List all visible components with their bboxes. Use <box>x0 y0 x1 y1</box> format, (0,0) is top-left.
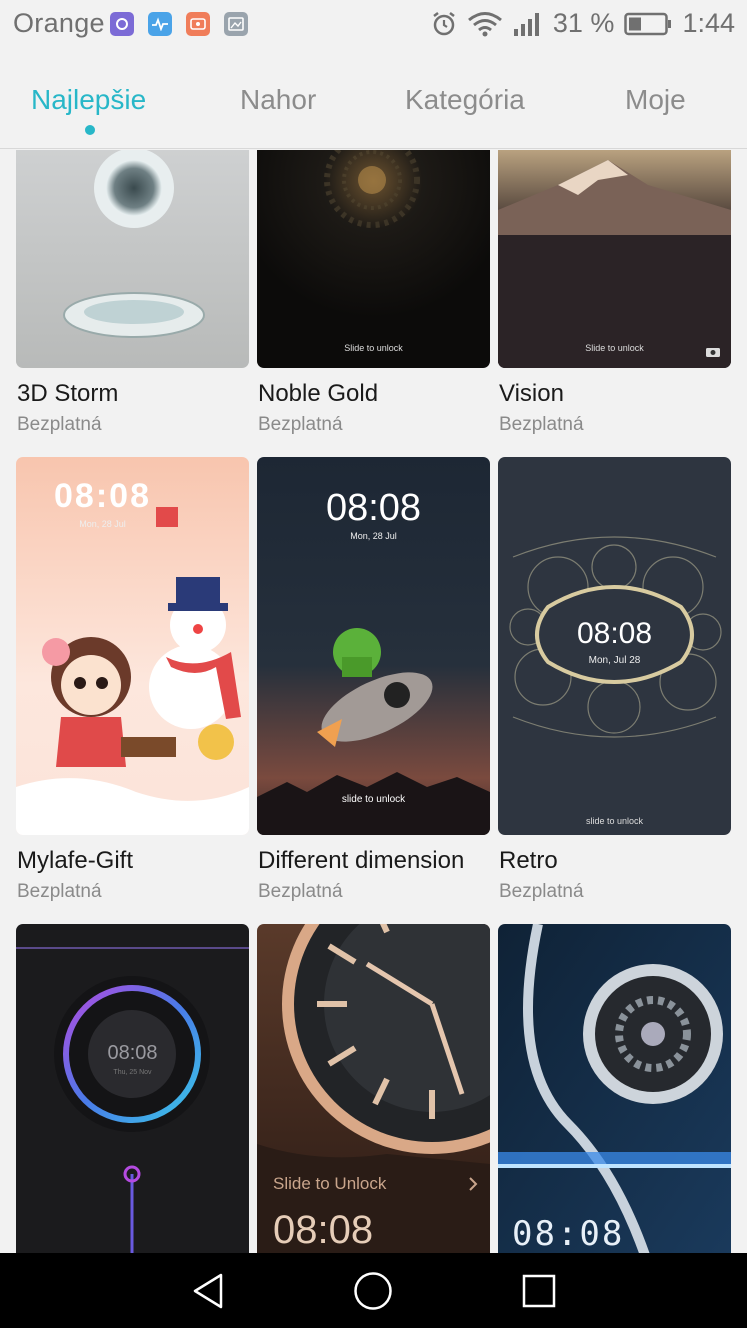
lockscreen-date: Mon, 28 Jul <box>350 531 397 541</box>
unlock-hint: Slide to unlock <box>585 343 644 353</box>
tab-nahor[interactable]: Nahor <box>240 84 316 116</box>
theme-card-mylafe-gift[interactable]: 08:08 Mon, 28 Jul slide to unlock <box>16 457 249 835</box>
lockscreen-date: Mon, Jul 28 <box>588 655 641 666</box>
theme-name: 3D Storm <box>17 380 119 407</box>
theme-card-mechanical[interactable]: 08:08 <box>498 924 731 1253</box>
recents-icon <box>522 1274 556 1307</box>
theme-thumbnail <box>257 924 490 1253</box>
recents-button[interactable] <box>509 1253 569 1328</box>
back-icon <box>193 1273 223 1308</box>
alarm-icon <box>433 11 455 35</box>
theme-name: Noble Gold <box>258 380 379 407</box>
theme-price: Bezplatná <box>258 881 343 902</box>
theme-card-noble-gold[interactable]: Slide to unlock <box>257 150 490 368</box>
theme-price: Bezplatná <box>17 881 102 902</box>
theme-card-different-dimension[interactable]: 08:08 Mon, 28 Jul slide to unlock <box>257 457 490 835</box>
theme-card-retro[interactable]: 08:08 Mon, Jul 28 slide to unlock <box>498 457 731 835</box>
screen-recorder-icon <box>186 12 210 36</box>
battery-icon <box>624 12 672 35</box>
theme-price: Bezplatná <box>17 414 102 435</box>
chevron-right-icon <box>469 1177 478 1191</box>
theme-price: Bezplatná <box>499 881 584 902</box>
theme-grid: 3D Storm Bezplatná Slide to unlock Noble… <box>0 150 747 1253</box>
lockscreen-date: Mon, 28 Jul <box>79 519 126 529</box>
theme-thumbnail <box>257 150 490 368</box>
status-bar: Orange 31 % 1:44 <box>0 0 747 52</box>
theme-card-neon-ring[interactable]: 08:08 Thu, 25 Nov <box>16 924 249 1253</box>
theme-name: Mylafe-Gift <box>17 847 134 874</box>
signal-icon <box>513 12 539 36</box>
navigation-bar <box>0 1253 747 1328</box>
unlock-hint: slide to unlock <box>103 800 162 810</box>
app-icon <box>110 12 134 36</box>
notification-icons <box>110 12 248 36</box>
lockscreen-clock: 08:08 <box>107 1042 158 1064</box>
home-icon <box>354 1271 392 1310</box>
camera-icon <box>706 348 720 357</box>
lockscreen-clock: 08:08 <box>512 1214 625 1253</box>
tab-bar: Najlepšie Nahor Kategória Moje <box>0 52 747 149</box>
theme-price: Bezplatná <box>258 414 343 435</box>
gallery-icon <box>224 12 248 36</box>
back-button[interactable] <box>178 1253 238 1328</box>
clock-time: 1:44 <box>682 8 735 38</box>
carrier-name: Orange <box>13 8 105 38</box>
lockscreen-clock: 08:08 <box>576 617 653 650</box>
theme-card-watch[interactable]: Slide to Unlock 08:08 <box>257 924 490 1253</box>
theme-price: Bezplatná <box>499 414 584 435</box>
lockscreen-clock: 08:08 <box>54 477 151 515</box>
theme-thumbnail <box>16 924 249 1253</box>
heart-rate-icon <box>148 12 172 36</box>
lockscreen-clock: 08:08 <box>273 1208 374 1252</box>
active-tab-indicator <box>85 125 95 135</box>
theme-card-vision[interactable]: Slide to unlock <box>498 150 731 368</box>
unlock-hint: Slide to Unlock <box>273 1174 387 1193</box>
unlock-hint: slide to unlock <box>585 816 644 826</box>
theme-thumbnail <box>498 924 731 1253</box>
wifi-icon <box>467 11 502 36</box>
theme-name: Different dimension <box>258 847 465 874</box>
theme-thumbnail <box>498 150 731 368</box>
theme-name: Retro <box>499 847 558 874</box>
lockscreen-clock: 08:08 <box>325 487 422 529</box>
theme-thumbnail <box>16 150 249 368</box>
home-button[interactable] <box>343 1253 403 1328</box>
tab-kategoria[interactable]: Kategória <box>405 84 525 116</box>
theme-card-3d-storm[interactable] <box>16 150 249 368</box>
unlock-hint: slide to unlock <box>341 794 406 805</box>
lockscreen-date: Thu, 25 Nov <box>113 1069 152 1076</box>
tab-moje[interactable]: Moje <box>625 84 686 116</box>
theme-name: Vision <box>499 380 564 407</box>
unlock-hint: Slide to unlock <box>344 343 403 353</box>
battery-percent: 31 % <box>552 8 615 38</box>
tab-najlepsie[interactable]: Najlepšie <box>31 84 146 116</box>
